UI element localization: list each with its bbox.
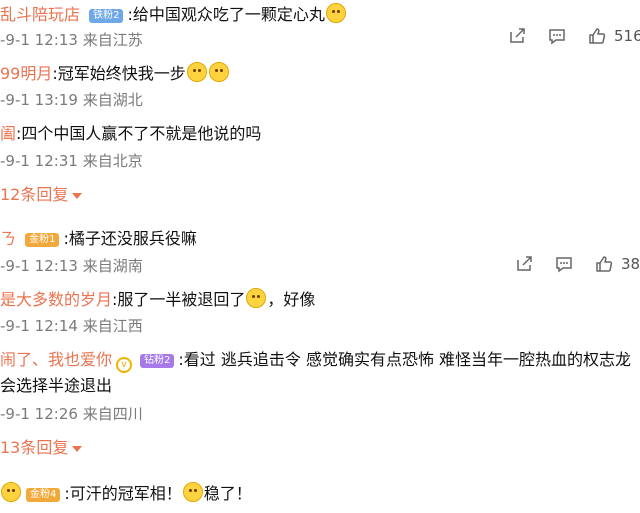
fan-badge: 铁粉2 xyxy=(89,9,124,23)
emoji-icon xyxy=(325,3,346,23)
comment-2-username[interactable]: 99明月 xyxy=(0,64,52,83)
comment-3-text: :四个中国人赢不了不就是他说的吗 xyxy=(16,124,262,143)
replies-count: 13条回复 xyxy=(0,438,69,457)
comment-2-time: -9-1 13:19 xyxy=(0,91,78,109)
fan-badge: 金粉4 xyxy=(26,488,61,502)
comment-2-text: :冠军始终快我一步 xyxy=(52,64,186,83)
avatar-emoji-icon xyxy=(1,482,21,502)
chevron-down-icon xyxy=(72,445,83,452)
comment-3-username[interactable]: 阖 xyxy=(0,124,16,143)
thumbs-up-icon xyxy=(589,28,606,44)
comment-4-location: 来自湖南 xyxy=(82,257,143,275)
comment-2: 99明月:冠军始终快我一步 xyxy=(0,62,230,85)
comment-3-replies-link[interactable]: 12条回复 xyxy=(0,184,83,206)
comment-6-time: -9-1 12:26 xyxy=(0,405,78,423)
replies-count: 12条回复 xyxy=(0,185,69,204)
comment-4-meta: -9-1 12:13 来自湖南 xyxy=(0,256,143,276)
comment-3-location: 来自北京 xyxy=(82,152,143,170)
comment-5-meta: -9-1 12:14 来自江西 xyxy=(0,316,143,336)
comment-4-time: -9-1 12:13 xyxy=(0,257,78,275)
comment-icon[interactable] xyxy=(555,255,573,273)
comment-1-location: 来自江苏 xyxy=(82,31,143,49)
like-button[interactable]: 516 xyxy=(588,27,640,45)
comment-5-location: 来自江西 xyxy=(82,317,143,335)
comment-5-text: :服了一半被退回了 xyxy=(112,290,246,309)
comment-5-time: -9-1 12:14 xyxy=(0,317,78,335)
comment-6-text-continued: 会选择半途退出 xyxy=(0,376,113,395)
comment-1-username[interactable]: 乱斗陪玩店 xyxy=(0,5,80,24)
emoji-icon xyxy=(208,62,229,82)
comment-3: 阖:四个中国人赢不了不就是他说的吗 xyxy=(0,123,261,145)
comment-6-meta: -9-1 12:26 来自四川 xyxy=(0,404,143,424)
fan-badge: 钻粉2 xyxy=(140,354,175,368)
comment-6-text: :看过 逃兵追击令 感觉确实有点恐怖 难怪当年一腔热血的权志龙 xyxy=(178,350,632,369)
comment-1-time: -9-1 12:13 xyxy=(0,31,78,49)
comment-1-text: :给中国观众吃了一颗定心丸 xyxy=(127,5,325,24)
like-count: 516 xyxy=(614,27,640,45)
comment-2-meta: -9-1 13:19 来自湖北 xyxy=(0,90,143,110)
comment-3-time: -9-1 12:31 xyxy=(0,152,78,170)
comment-1-meta: -9-1 12:13 来自江苏 xyxy=(0,30,143,50)
fan-badge: 金粉1 xyxy=(25,233,60,247)
comment-5-text-tail: ，好像 xyxy=(267,290,316,309)
comment-6-username[interactable]: 闹了、我也爱你 xyxy=(0,350,112,369)
comment-icon[interactable] xyxy=(548,27,566,45)
comment-5-username[interactable]: 是大多数的岁月 xyxy=(0,290,112,309)
comment-7: 金粉4:可汗的冠军相！ 稳了！ xyxy=(0,482,252,505)
comment-1-actions: 516 xyxy=(508,27,640,45)
emoji-icon xyxy=(182,482,203,502)
share-icon[interactable] xyxy=(515,255,533,273)
comment-2-location: 来自湖北 xyxy=(82,91,143,109)
emoji-icon xyxy=(246,288,267,308)
comment-4-username[interactable]: ㄋ xyxy=(0,229,16,248)
comment-6-location: 来自四川 xyxy=(82,405,143,423)
comment-4: ㄋ 金粉1:橘子还没服兵役嘛 xyxy=(0,228,197,250)
comment-6-replies-link[interactable]: 13条回复 xyxy=(0,437,83,459)
comment-5: 是大多数的岁月:服了一半被退回了 ，好像 xyxy=(0,288,315,311)
comment-6: 闹了、我也爱你 v 钻粉2:看过 逃兵追击令 感觉确实有点恐怖 难怪当年一腔热血的权… xyxy=(0,349,631,373)
comment-1: 乱斗陪玩店 铁粉2:给中国观众吃了一颗定心丸 xyxy=(0,3,347,26)
comment-7-text-tail: 稳了！ xyxy=(203,484,252,503)
comment-4-text: :橘子还没服兵役嘛 xyxy=(63,229,197,248)
comment-4-actions: 38 xyxy=(515,255,640,273)
thumbs-up-icon xyxy=(596,256,613,272)
emoji-icon xyxy=(186,62,207,82)
like-count: 38 xyxy=(621,255,640,273)
share-icon[interactable] xyxy=(508,27,526,45)
like-button[interactable]: 38 xyxy=(595,255,640,273)
vip-icon: v xyxy=(116,357,133,373)
comment-7-text: :可汗的冠军相！ xyxy=(64,484,182,503)
comment-3-meta: -9-1 12:31 来自北京 xyxy=(0,151,143,171)
chevron-down-icon xyxy=(72,192,83,199)
